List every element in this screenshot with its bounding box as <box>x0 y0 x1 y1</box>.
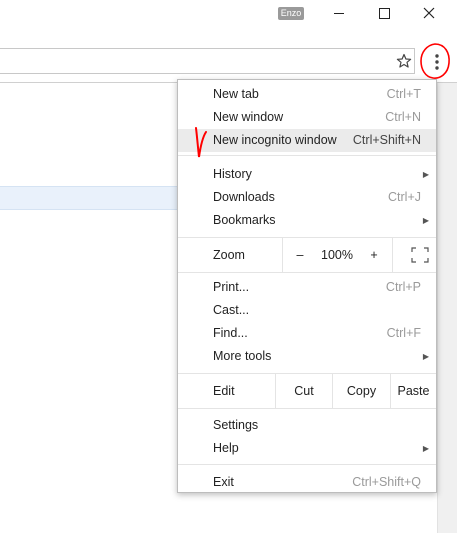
menu-item-label: New tab <box>213 87 259 101</box>
menu-item-label: New incognito window <box>213 133 337 147</box>
zoom-divider <box>392 238 393 272</box>
menu-item-shortcut: Ctrl+Shift+N <box>352 133 421 147</box>
menu-item-print[interactable]: Print... Ctrl+P <box>178 276 436 299</box>
menu-item-new-tab[interactable]: New tab Ctrl+T <box>178 83 436 106</box>
menu-item-label: New window <box>213 110 284 124</box>
menu-separator <box>178 408 436 409</box>
menu-item-shortcut: Ctrl+T <box>386 87 421 101</box>
menu-item-shortcut: Ctrl+N <box>385 110 421 124</box>
cut-button[interactable]: Cut <box>276 374 332 408</box>
minimize-icon <box>334 12 344 14</box>
menu-item-shortcut: Ctrl+J <box>388 190 421 204</box>
browser-toolbar <box>0 38 457 82</box>
chrome-main-menu: New tab Ctrl+T New window Ctrl+N New inc… <box>177 79 437 493</box>
fullscreen-icon[interactable] <box>411 247 429 263</box>
maximize-button[interactable] <box>362 0 406 26</box>
menu-item-label: Help <box>213 441 239 455</box>
menu-separator <box>178 155 436 156</box>
zoom-row: Zoom – 100% + <box>178 238 436 272</box>
maximize-icon <box>378 7 390 19</box>
menu-item-bookmarks[interactable]: Bookmarks ▶ <box>178 209 436 232</box>
menu-item-label: Settings <box>213 418 259 432</box>
menu-item-settings[interactable]: Settings <box>178 414 436 437</box>
copy-button[interactable]: Copy <box>333 374 390 408</box>
submenu-arrow-icon: ▶ <box>422 444 429 453</box>
page-scrollbar[interactable] <box>437 83 457 533</box>
menu-item-new-incognito-window[interactable]: New incognito window Ctrl+Shift+N <box>178 129 436 152</box>
zoom-in-button[interactable]: + <box>360 238 388 272</box>
close-icon <box>423 7 435 19</box>
zoom-label: Zoom <box>213 248 245 262</box>
menu-item-label: Print... <box>213 280 250 294</box>
zoom-divider <box>282 238 283 272</box>
menu-item-label: Downloads <box>213 190 275 204</box>
menu-item-label: Bookmarks <box>213 213 276 227</box>
menu-item-downloads[interactable]: Downloads Ctrl+J <box>178 186 436 209</box>
menu-item-cast[interactable]: Cast... <box>178 299 436 322</box>
submenu-arrow-icon: ▶ <box>422 352 429 361</box>
address-bar[interactable] <box>0 48 415 74</box>
edit-label: Edit <box>213 384 235 398</box>
menu-item-shortcut: Ctrl+P <box>385 280 421 294</box>
menu-item-find[interactable]: Find... Ctrl+F <box>178 322 436 345</box>
zoom-out-button[interactable]: – <box>286 238 314 272</box>
menu-item-label: Cast... <box>213 303 250 317</box>
menu-item-help[interactable]: Help ▶ <box>178 437 436 460</box>
minimize-button[interactable] <box>317 0 361 26</box>
zoom-level: 100% <box>321 248 353 262</box>
menu-item-shortcut: Ctrl+Shift+Q <box>352 475 421 489</box>
menu-item-exit[interactable]: Exit Ctrl+Shift+Q <box>178 471 436 494</box>
vertical-dots-icon <box>435 54 439 70</box>
title-bar: Enzo <box>0 0 457 26</box>
menu-item-shortcut: Ctrl+F <box>386 326 421 340</box>
menu-separator <box>178 464 436 465</box>
star-icon[interactable] <box>396 53 412 69</box>
menu-item-label: Find... <box>213 326 248 340</box>
menu-item-history[interactable]: History ▶ <box>178 163 436 186</box>
menu-item-label: History <box>213 167 252 181</box>
profile-name-chip[interactable]: Enzo <box>278 7 304 20</box>
menu-item-label: Exit <box>213 475 234 489</box>
edit-row: Edit Cut Copy Paste <box>178 374 436 408</box>
close-button[interactable] <box>407 0 451 26</box>
menu-separator <box>178 272 436 273</box>
chrome-menu-button[interactable] <box>423 44 451 78</box>
paste-button[interactable]: Paste <box>391 374 436 408</box>
submenu-arrow-icon: ▶ <box>422 216 429 225</box>
submenu-arrow-icon: ▶ <box>422 170 429 179</box>
menu-item-more-tools[interactable]: More tools ▶ <box>178 345 436 368</box>
menu-item-label: More tools <box>213 349 272 363</box>
menu-item-new-window[interactable]: New window Ctrl+N <box>178 106 436 129</box>
page-selected-row <box>0 186 180 210</box>
